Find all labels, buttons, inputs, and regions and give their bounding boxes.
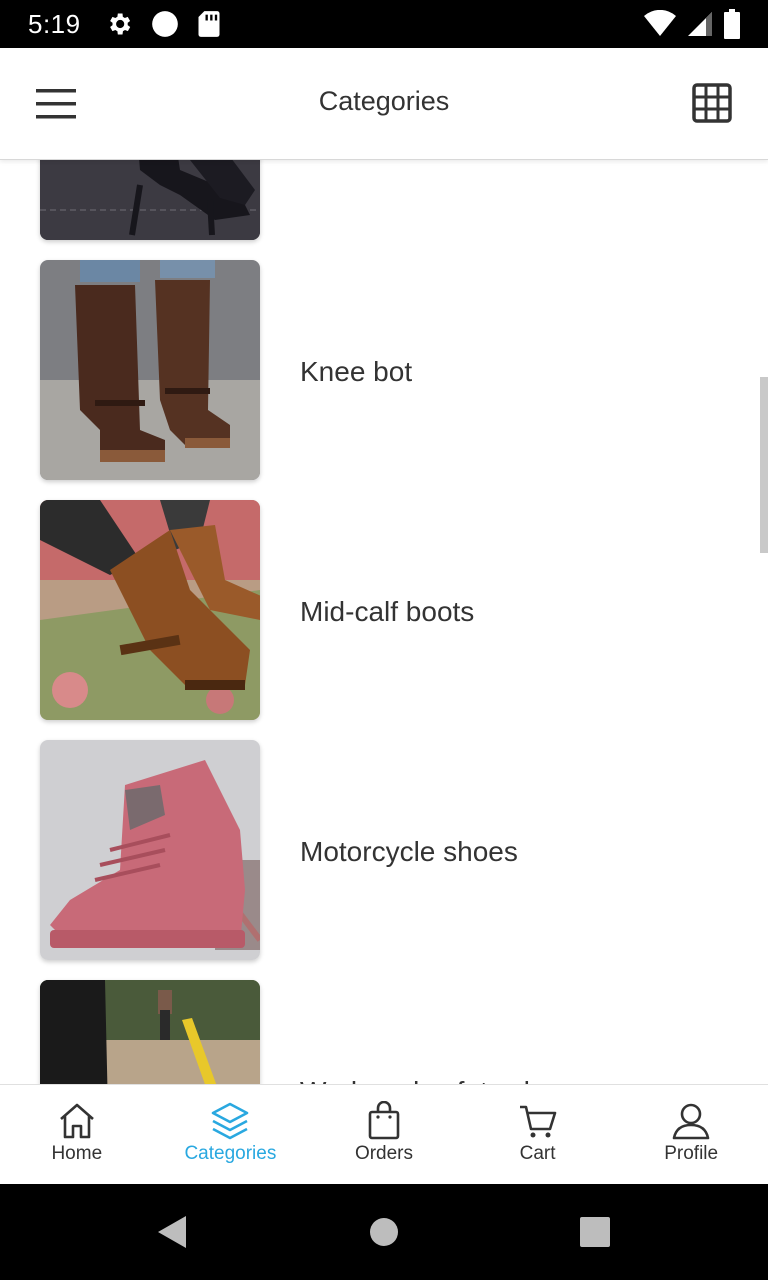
system-home-button[interactable] [364, 1212, 404, 1252]
category-item-mid-calf-boots[interactable]: Mid-calf boots [0, 500, 768, 720]
category-image [40, 160, 260, 240]
sd-card-icon [198, 11, 220, 37]
category-image [40, 980, 260, 1084]
layers-icon [212, 1102, 249, 1140]
motorcycle-shoes-photo-icon [40, 740, 260, 960]
nav-item-cart[interactable]: Cart [461, 1085, 615, 1184]
home-circle-icon [370, 1218, 398, 1246]
user-icon [672, 1103, 710, 1140]
category-label: Motorcycle shoes [300, 836, 518, 867]
nav-label-home: Home [51, 1143, 103, 1164]
knee-boots-photo-icon [40, 260, 260, 480]
recents-square-icon [580, 1217, 610, 1247]
status-time: 5:19 [28, 8, 81, 39]
nav-item-profile[interactable]: Profile [614, 1085, 768, 1184]
scrollbar-thumb[interactable] [760, 377, 768, 553]
status-icons-left [105, 10, 221, 38]
nav-label-profile: Profile [664, 1143, 719, 1164]
nav-label-orders: Orders [354, 1143, 414, 1164]
grid-view-icon [692, 83, 732, 123]
nav-label-cart: Cart [519, 1143, 556, 1164]
category-item-work-safety-shoes[interactable]: Work and safety shoes [0, 980, 768, 1084]
status-icons-right [644, 0, 740, 48]
nav-label-categories: Categories [184, 1143, 277, 1164]
category-image [40, 500, 260, 720]
category-label: Mid-calf boots [300, 596, 475, 627]
category-item-knee-boots[interactable]: Knee bot [0, 260, 768, 480]
nav-item-home[interactable]: Home [0, 1085, 154, 1184]
settings-icon [109, 13, 130, 35]
category-item-motorcycle-shoes[interactable]: Motorcycle shoes [0, 740, 768, 960]
signal-icon [688, 12, 712, 36]
battery-icon [724, 9, 740, 39]
back-icon [158, 1216, 186, 1248]
shopping-bag-icon [368, 1101, 400, 1140]
boots-photo-icon [40, 160, 260, 240]
bottom-nav: Home Categories Orders Cart Profile [0, 1084, 768, 1184]
system-back-button[interactable] [154, 1212, 194, 1252]
circle-icon [151, 11, 178, 37]
page-title: Categories [318, 86, 450, 116]
category-image [40, 260, 260, 480]
category-list[interactable]: Knee bot Mid-calf boots Motorcycle shoes [0, 160, 768, 1084]
status-bar: 5:19 [0, 0, 768, 48]
category-label: Knee bot [300, 356, 413, 387]
system-recents-button[interactable] [575, 1212, 615, 1252]
mid-calf-boots-photo-icon [40, 500, 260, 720]
nav-item-categories[interactable]: Categories [154, 1085, 308, 1184]
work-shoes-photo-icon [40, 980, 260, 1084]
app-bar: Categories [0, 48, 768, 160]
grid-view-button[interactable] [692, 83, 732, 123]
category-label: Work and safety shoes [300, 1076, 584, 1084]
cart-icon [519, 1105, 556, 1138]
system-nav-bar [0, 1184, 768, 1280]
category-image [40, 740, 260, 960]
wifi-icon [644, 10, 676, 36]
nav-item-orders[interactable]: Orders [307, 1085, 461, 1184]
category-item-heeled-boots[interactable] [0, 160, 768, 240]
home-icon [59, 1103, 94, 1139]
